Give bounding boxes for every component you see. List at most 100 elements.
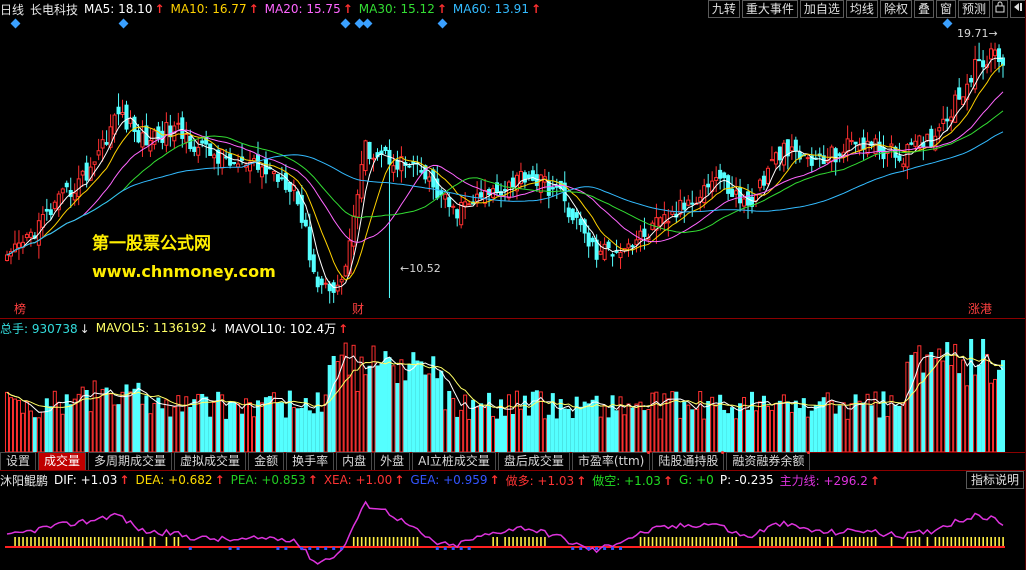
tab-10[interactable]: 市盈率(ttm) — [571, 451, 651, 470]
volume-bar — [885, 416, 890, 452]
volume-bar — [40, 411, 45, 452]
candle — [546, 171, 551, 209]
volume-bar — [753, 410, 759, 452]
ma-legend-item[interactable]: MA60: 13.91 ↑ — [453, 2, 541, 16]
indicator-legend-item[interactable]: P: -0.235 — [720, 473, 774, 487]
bull-tick — [528, 537, 530, 546]
toolbar-button-3[interactable]: 均线 — [845, 0, 878, 18]
ma-legend-item[interactable]: MA20: 15.75 ↑ — [265, 2, 353, 16]
volume-bar — [419, 361, 424, 452]
volume-bar — [989, 382, 994, 452]
candle — [263, 151, 268, 184]
volume-bar — [475, 406, 480, 452]
candle-body — [578, 218, 583, 226]
ma-legend-item[interactable]: MA30: 15.12 ↑ — [359, 2, 447, 16]
toolbar-button-7[interactable]: 预测 — [957, 0, 990, 18]
indicator-legend-item[interactable]: 做空: +1.03 ↑ — [592, 472, 673, 489]
period-label[interactable]: 日线 — [0, 1, 24, 18]
candle — [710, 171, 715, 200]
indicator-legend-item[interactable]: DIF: +1.03 ↑ — [54, 473, 129, 487]
ma-legend-item[interactable]: MA10: 16.77 ↑ — [171, 2, 259, 16]
volume-bar — [510, 413, 515, 452]
tab-label: 虚拟成交量 — [180, 454, 241, 468]
toolbar-button-0[interactable]: 九转 — [707, 0, 740, 18]
indicator-legend-item[interactable]: GEA: +0.959 ↑ — [410, 473, 499, 487]
tab-4[interactable]: 金额 — [248, 452, 285, 470]
candle — [204, 130, 209, 158]
bull-tick — [1002, 537, 1004, 546]
bull-tick — [74, 537, 76, 546]
tab-12[interactable]: 融资融券余额 — [726, 451, 811, 470]
tab-2[interactable]: 多周期成交量 — [88, 452, 173, 470]
volume-bar — [785, 401, 790, 452]
indicator-legend-item[interactable]: 主力线: +296.2 ↑ — [780, 472, 880, 489]
volume-bar — [913, 352, 918, 452]
tab-6[interactable]: 内盘 — [336, 452, 373, 470]
bear-tick — [236, 547, 240, 550]
bull-tick — [34, 537, 36, 546]
bull-tick — [874, 537, 877, 546]
bull-tick — [18, 537, 20, 546]
marker-zhanggang[interactable]: 涨港 — [968, 300, 992, 317]
volume-bar — [407, 363, 412, 452]
toolbar-button-5[interactable]: 叠 — [913, 0, 934, 18]
indicator-legend-item[interactable]: DEA: +0.682 ↑ — [135, 473, 224, 487]
volume-bar — [905, 361, 910, 452]
volume-bar — [977, 364, 982, 452]
candle — [690, 190, 695, 217]
bull-tick — [715, 537, 718, 546]
tab-7[interactable]: 外盘 — [374, 452, 411, 470]
indicator-value: +0.959 — [443, 473, 488, 487]
candle — [945, 106, 950, 131]
indicator-legend-item[interactable]: XEA: +1.00 ↑ — [324, 473, 405, 487]
indicator-legend-item[interactable]: 做多: +1.03 ↑ — [506, 472, 587, 489]
marker-bang[interactable]: 榜 — [14, 300, 26, 317]
volume-legend-item[interactable]: MAVOL5: 1136192 ↓ — [96, 321, 219, 335]
ma-legend-item[interactable]: MA5: 18.10 ↑ — [84, 2, 164, 16]
indicator-chart[interactable] — [0, 489, 1026, 570]
indicator-value: +1.00 — [355, 473, 393, 487]
indicator-help-button[interactable]: 指标说明 — [965, 471, 1024, 489]
bull-tick — [520, 537, 522, 546]
volume-bar — [355, 390, 360, 452]
bull-tick — [815, 537, 817, 546]
candle — [100, 130, 105, 162]
volume-bar — [642, 410, 647, 452]
volume-bar — [746, 409, 751, 452]
tab-8[interactable]: AI立桩成交量 — [412, 452, 496, 470]
volume-bar — [359, 356, 364, 452]
bull-tick — [962, 537, 965, 546]
bull-tick — [368, 537, 371, 546]
volume-bar — [92, 380, 97, 452]
indicator-legend-item[interactable]: G: +0 — [679, 473, 714, 487]
up-arrow-icon: ↑ — [394, 473, 405, 487]
indicator-legend-item[interactable]: PEA: +0.853 ↑ — [231, 473, 318, 487]
toolbar-button-4[interactable]: 除权 — [879, 0, 912, 18]
candle — [757, 178, 762, 192]
marker-cai[interactable]: 财 — [352, 300, 364, 317]
candle-body — [335, 284, 340, 292]
volume-bar — [841, 402, 846, 452]
toolbar-button-1[interactable]: 重大事件 — [741, 0, 798, 18]
candle-body — [909, 142, 914, 145]
toolbar-button-6[interactable]: 窗 — [935, 0, 956, 18]
tab-11[interactable]: 陆股通持股 — [652, 451, 725, 470]
tab-0[interactable]: 设置 — [0, 452, 37, 470]
volume-chart[interactable] — [0, 334, 1026, 452]
tab-9[interactable]: 盘后成交量 — [497, 452, 570, 470]
bull-tick — [109, 537, 112, 546]
tab-1[interactable]: 成交量 — [38, 452, 87, 470]
toolbar-button-2[interactable]: 加自选 — [799, 0, 844, 18]
candle — [287, 181, 292, 205]
tab-3[interactable]: 虚拟成交量 — [174, 452, 247, 470]
volume-bar — [522, 395, 527, 452]
bull-tick — [85, 537, 88, 546]
candle-body — [355, 194, 360, 218]
tab-5[interactable]: 换手率 — [286, 452, 335, 470]
volume-bar — [192, 399, 197, 452]
collapse-icon[interactable] — [1010, 0, 1026, 18]
bull-tick — [735, 537, 737, 546]
volume-bar — [901, 402, 906, 452]
lock-icon[interactable] — [992, 0, 1008, 18]
indicator-name[interactable]: 沐阳鲲鹏 — [0, 472, 48, 489]
